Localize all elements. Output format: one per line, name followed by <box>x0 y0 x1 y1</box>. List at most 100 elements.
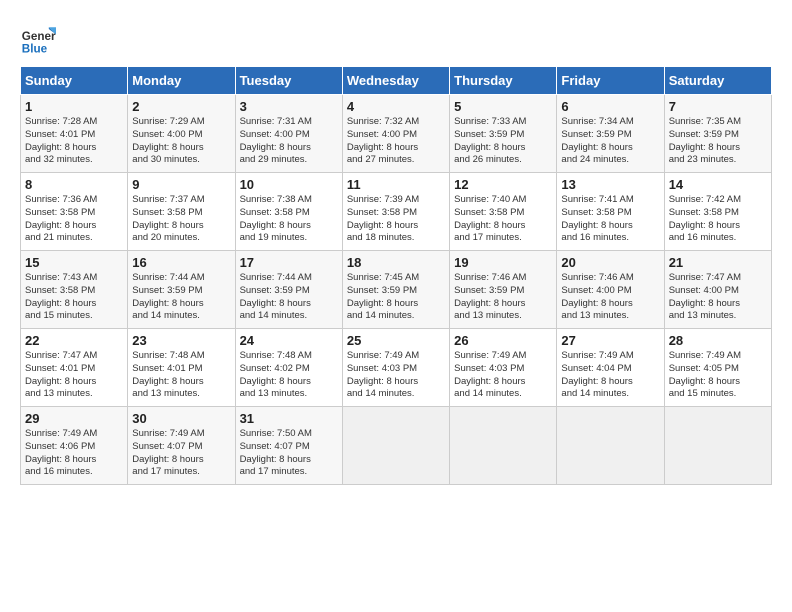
cell-line: Sunset: 3:59 PM <box>347 285 445 298</box>
calendar-cell: 31Sunrise: 7:50 AMSunset: 4:07 PMDayligh… <box>235 407 342 485</box>
calendar-cell: 5 Sunrise: 7:33 AMSunset: 3:59 PMDaylight… <box>450 95 557 173</box>
cell-line: and 16 minutes. <box>669 232 767 245</box>
cell-line: Sunset: 4:03 PM <box>347 363 445 376</box>
calendar-cell: 26Sunrise: 7:49 AMSunset: 4:03 PMDayligh… <box>450 329 557 407</box>
logo-icon: General Blue <box>20 20 56 56</box>
cell-line: and 20 minutes. <box>132 232 230 245</box>
cell-line: and 30 minutes. <box>132 154 230 167</box>
day-number: 30 <box>132 411 230 426</box>
cell-line: Sunset: 3:58 PM <box>25 285 123 298</box>
cell-line: Sunrise: 7:43 AM <box>25 272 123 285</box>
cell-line: Sunset: 3:59 PM <box>454 129 552 142</box>
weekday-header: Wednesday <box>342 67 449 95</box>
cell-line: Sunset: 3:58 PM <box>454 207 552 220</box>
calendar-cell: 19Sunrise: 7:46 AMSunset: 3:59 PMDayligh… <box>450 251 557 329</box>
cell-line: Sunrise: 7:37 AM <box>132 194 230 207</box>
cell-line: Sunrise: 7:42 AM <box>669 194 767 207</box>
cell-line: and 14 minutes. <box>347 388 445 401</box>
cell-line: and 14 minutes. <box>347 310 445 323</box>
cell-line: and 32 minutes. <box>25 154 123 167</box>
calendar-cell: 23Sunrise: 7:48 AMSunset: 4:01 PMDayligh… <box>128 329 235 407</box>
cell-line: Sunrise: 7:44 AM <box>240 272 338 285</box>
day-number: 28 <box>669 333 767 348</box>
day-number: 17 <box>240 255 338 270</box>
cell-line: Sunrise: 7:46 AM <box>454 272 552 285</box>
cell-line: Daylight: 8 hours <box>347 142 445 155</box>
cell-line: Daylight: 8 hours <box>347 220 445 233</box>
cell-line: Daylight: 8 hours <box>132 220 230 233</box>
cell-line: Daylight: 8 hours <box>669 376 767 389</box>
cell-line: and 14 minutes. <box>561 388 659 401</box>
cell-line: Sunrise: 7:48 AM <box>132 350 230 363</box>
cell-line: Daylight: 8 hours <box>25 454 123 467</box>
calendar-cell <box>342 407 449 485</box>
calendar-cell: 16Sunrise: 7:44 AMSunset: 3:59 PMDayligh… <box>128 251 235 329</box>
cell-line: Daylight: 8 hours <box>240 376 338 389</box>
cell-line: Sunset: 3:58 PM <box>561 207 659 220</box>
cell-line: and 24 minutes. <box>561 154 659 167</box>
day-number: 12 <box>454 177 552 192</box>
cell-line: Sunrise: 7:49 AM <box>25 428 123 441</box>
cell-line: and 21 minutes. <box>25 232 123 245</box>
weekday-header: Tuesday <box>235 67 342 95</box>
day-number: 3 <box>240 99 338 114</box>
cell-line: Sunrise: 7:33 AM <box>454 116 552 129</box>
calendar-week-row: 8Sunrise: 7:36 AMSunset: 3:58 PMDaylight… <box>21 173 772 251</box>
cell-line: Sunset: 4:04 PM <box>561 363 659 376</box>
day-number: 5 <box>454 99 552 114</box>
cell-line: Daylight: 8 hours <box>132 142 230 155</box>
cell-line: Sunrise: 7:40 AM <box>454 194 552 207</box>
cell-line: Sunrise: 7:47 AM <box>25 350 123 363</box>
cell-line: Sunset: 3:59 PM <box>669 129 767 142</box>
cell-line: Daylight: 8 hours <box>454 142 552 155</box>
cell-line: Sunrise: 7:38 AM <box>240 194 338 207</box>
cell-line: Daylight: 8 hours <box>240 220 338 233</box>
calendar-cell: 9Sunrise: 7:37 AMSunset: 3:58 PMDaylight… <box>128 173 235 251</box>
svg-text:Blue: Blue <box>22 42 48 55</box>
cell-line: Daylight: 8 hours <box>561 376 659 389</box>
cell-line: Daylight: 8 hours <box>132 298 230 311</box>
weekday-header: Friday <box>557 67 664 95</box>
cell-line: Sunrise: 7:47 AM <box>669 272 767 285</box>
cell-line: Sunset: 4:05 PM <box>669 363 767 376</box>
cell-line: Daylight: 8 hours <box>669 298 767 311</box>
cell-line: Daylight: 8 hours <box>25 220 123 233</box>
cell-line: Sunrise: 7:49 AM <box>669 350 767 363</box>
calendar-cell: 22Sunrise: 7:47 AMSunset: 4:01 PMDayligh… <box>21 329 128 407</box>
day-number: 31 <box>240 411 338 426</box>
cell-line: Sunset: 3:59 PM <box>561 129 659 142</box>
cell-line: Daylight: 8 hours <box>669 220 767 233</box>
cell-line: and 19 minutes. <box>240 232 338 245</box>
cell-line: and 14 minutes. <box>240 310 338 323</box>
cell-line: and 16 minutes. <box>25 466 123 479</box>
calendar-cell: 7Sunrise: 7:35 AMSunset: 3:59 PMDaylight… <box>664 95 771 173</box>
day-number: 6 <box>561 99 659 114</box>
calendar-cell: 3Sunrise: 7:31 AMSunset: 4:00 PMDaylight… <box>235 95 342 173</box>
cell-line: Daylight: 8 hours <box>561 220 659 233</box>
calendar-cell: 11Sunrise: 7:39 AMSunset: 3:58 PMDayligh… <box>342 173 449 251</box>
cell-line: Daylight: 8 hours <box>561 298 659 311</box>
calendar-cell: 25Sunrise: 7:49 AMSunset: 4:03 PMDayligh… <box>342 329 449 407</box>
cell-line: Sunset: 4:03 PM <box>454 363 552 376</box>
cell-line: Daylight: 8 hours <box>240 142 338 155</box>
weekday-header: Saturday <box>664 67 771 95</box>
calendar-cell: 30Sunrise: 7:49 AMSunset: 4:07 PMDayligh… <box>128 407 235 485</box>
day-number: 8 <box>25 177 123 192</box>
cell-line: Sunrise: 7:46 AM <box>561 272 659 285</box>
cell-line: Sunrise: 7:35 AM <box>669 116 767 129</box>
cell-line: Daylight: 8 hours <box>132 454 230 467</box>
cell-line: Sunset: 4:00 PM <box>240 129 338 142</box>
calendar-week-row: 29Sunrise: 7:49 AMSunset: 4:06 PMDayligh… <box>21 407 772 485</box>
cell-line: Sunset: 3:59 PM <box>132 285 230 298</box>
cell-line: Sunset: 4:00 PM <box>561 285 659 298</box>
cell-line: and 13 minutes. <box>240 388 338 401</box>
day-number: 27 <box>561 333 659 348</box>
cell-line: Sunrise: 7:49 AM <box>347 350 445 363</box>
cell-line: Sunset: 3:58 PM <box>347 207 445 220</box>
day-number: 20 <box>561 255 659 270</box>
cell-line: and 13 minutes. <box>669 310 767 323</box>
cell-line: Daylight: 8 hours <box>25 298 123 311</box>
day-number: 21 <box>669 255 767 270</box>
cell-line: and 27 minutes. <box>347 154 445 167</box>
weekday-header: Monday <box>128 67 235 95</box>
